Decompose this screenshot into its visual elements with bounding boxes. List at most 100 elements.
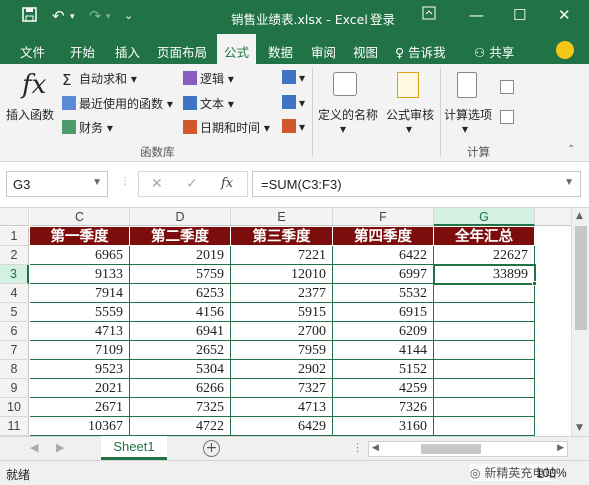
recently-used-button[interactable]: 最近使用的函数 ▾ <box>62 95 173 112</box>
column-header-f[interactable]: F <box>333 208 434 226</box>
math-button[interactable]: ▾ <box>282 95 305 110</box>
add-sheet-icon[interactable]: + <box>203 440 220 457</box>
ribbon-display-icon[interactable] <box>422 6 436 24</box>
scroll-down-icon[interactable]: ▼ <box>576 423 583 433</box>
table-header-cell[interactable]: 第一季度 <box>30 227 130 246</box>
drag-handle-icon[interactable]: ⋮ <box>120 176 130 187</box>
calc-now-icon[interactable] <box>500 80 514 94</box>
date-time-button[interactable]: 日期和时间 ▾ <box>183 119 270 136</box>
save-icon[interactable] <box>22 7 37 26</box>
table-cell[interactable]: 3160 <box>333 417 434 436</box>
row-header-9[interactable]: 9 <box>0 379 29 398</box>
tab-data[interactable]: 数据 <box>268 42 293 61</box>
redo-icon[interactable]: ↷ <box>89 7 102 25</box>
table-cell[interactable] <box>434 284 535 303</box>
table-header-cell[interactable]: 全年汇总 <box>434 227 535 246</box>
table-cell[interactable]: 2377 <box>231 284 333 303</box>
row-header-2[interactable]: 2 <box>0 246 29 265</box>
table-cell[interactable] <box>434 303 535 322</box>
redo-dropdown-icon[interactable]: ▾ <box>106 12 111 22</box>
table-cell[interactable]: 5915 <box>231 303 333 322</box>
table-cell[interactable]: 5759 <box>130 265 231 284</box>
row-header-11[interactable]: 11 <box>0 417 29 436</box>
table-cell[interactable]: 4259 <box>333 379 434 398</box>
table-cell[interactable]: 5559 <box>30 303 130 322</box>
row-header-1[interactable]: 1 <box>0 227 29 246</box>
table-cell[interactable]: 6266 <box>130 379 231 398</box>
table-cell[interactable]: 4722 <box>130 417 231 436</box>
column-header-blank[interactable] <box>535 208 571 226</box>
table-header-cell[interactable]: 第三季度 <box>231 227 333 246</box>
row-header-3[interactable]: 3 <box>0 265 29 284</box>
customize-qat-icon[interactable]: ⌄ <box>124 9 133 22</box>
table-header-cell[interactable]: 第二季度 <box>130 227 231 246</box>
row-header-8[interactable]: 8 <box>0 360 29 379</box>
table-cell[interactable]: 7959 <box>231 341 333 360</box>
table-cell[interactable]: 9523 <box>30 360 130 379</box>
sheet-tab-sheet1[interactable]: Sheet1 <box>101 436 167 460</box>
table-cell[interactable]: 10367 <box>30 417 130 436</box>
tab-file[interactable]: 文件 <box>20 42 45 61</box>
table-cell[interactable]: 6253 <box>130 284 231 303</box>
minimize-icon[interactable]: — <box>469 6 484 24</box>
fill-handle[interactable] <box>532 281 537 286</box>
table-cell[interactable] <box>434 417 535 436</box>
table-cell[interactable]: 4144 <box>333 341 434 360</box>
table-cell[interactable] <box>434 379 535 398</box>
tab-page-layout[interactable]: 页面布局 <box>157 42 207 61</box>
chevron-down-icon[interactable]: ▼ <box>92 177 102 188</box>
cancel-icon[interactable]: ✕ <box>151 176 163 192</box>
table-cell[interactable]: 9133 <box>30 265 130 284</box>
table-cell[interactable]: 12010 <box>231 265 333 284</box>
scroll-left-icon[interactable]: ◀ <box>372 443 379 453</box>
table-cell[interactable]: 7221 <box>231 246 333 265</box>
undo-icon[interactable]: ↶ <box>52 7 65 25</box>
horizontal-scrollbar[interactable]: ◀ ▶ <box>368 441 568 457</box>
table-cell[interactable]: 22627 <box>434 246 535 265</box>
table-cell[interactable]: 6422 <box>333 246 434 265</box>
tab-view[interactable]: 视图 <box>353 42 378 61</box>
name-box[interactable]: G3 ▼ <box>6 171 108 197</box>
row-header-6[interactable]: 6 <box>0 322 29 341</box>
table-cell[interactable]: 4713 <box>231 398 333 417</box>
table-cell[interactable]: 2652 <box>130 341 231 360</box>
table-cell[interactable] <box>434 322 535 341</box>
login-link[interactable]: 登录 <box>370 9 395 28</box>
row-header-5[interactable]: 5 <box>0 303 29 322</box>
column-header-g[interactable]: G <box>434 208 535 226</box>
table-cell[interactable]: 5532 <box>333 284 434 303</box>
table-cell[interactable]: 6941 <box>130 322 231 341</box>
table-cell[interactable]: 2021 <box>30 379 130 398</box>
share-button[interactable]: ⚇ 共享 <box>474 42 514 61</box>
table-cell[interactable] <box>434 341 535 360</box>
collapse-ribbon-icon[interactable]: ⌃ <box>567 144 575 155</box>
lookup-button[interactable]: ▾ <box>282 70 305 85</box>
worksheet-grid[interactable]: C D E F G 1 第一季度 第二季度 第三季度 第四季度 全年汇总 2 6965 2019 7221 6… <box>0 208 571 436</box>
table-cell[interactable]: 7327 <box>231 379 333 398</box>
row-header-4[interactable]: 4 <box>0 284 29 303</box>
tab-insert[interactable]: 插入 <box>115 42 140 61</box>
table-cell[interactable]: 2700 <box>231 322 333 341</box>
table-cell[interactable]: 7326 <box>333 398 434 417</box>
tab-formulas[interactable]: 公式 <box>217 34 257 64</box>
table-cell[interactable]: 5152 <box>333 360 434 379</box>
table-cell[interactable]: 2902 <box>231 360 333 379</box>
maximize-icon[interactable]: ☐ <box>513 6 526 24</box>
table-cell[interactable] <box>434 398 535 417</box>
table-cell[interactable]: 6429 <box>231 417 333 436</box>
autosum-button[interactable]: Σ 自动求和 ▾ <box>62 70 137 89</box>
tab-review[interactable]: 审阅 <box>311 42 336 61</box>
vertical-scrollbar[interactable]: ▲ ▼ <box>571 208 589 436</box>
table-cell[interactable]: 2019 <box>130 246 231 265</box>
row-header-7[interactable]: 7 <box>0 341 29 360</box>
undo-dropdown-icon[interactable]: ▾ <box>70 12 75 22</box>
table-cell[interactable]: 5304 <box>130 360 231 379</box>
column-header-d[interactable]: D <box>130 208 231 226</box>
table-cell[interactable]: 6209 <box>333 322 434 341</box>
next-sheet-icon[interactable]: ▶ <box>56 441 64 454</box>
formula-input[interactable]: =SUM(C3:F3) ▼ <box>252 171 581 197</box>
financial-button[interactable]: 财务 ▾ <box>62 119 113 136</box>
close-icon[interactable]: ✕ <box>558 6 571 24</box>
table-cell[interactable] <box>434 360 535 379</box>
tab-home[interactable]: 开始 <box>70 42 95 61</box>
